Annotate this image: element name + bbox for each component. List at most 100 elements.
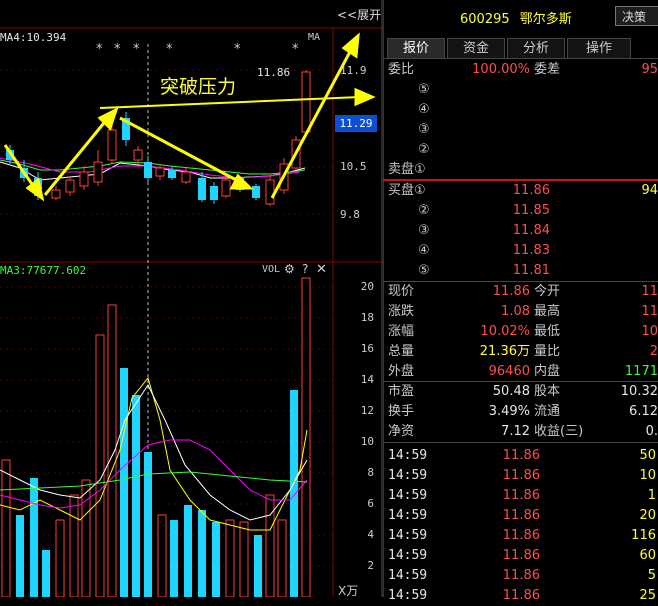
tab-funds[interactable]: 资金 <box>447 38 505 59</box>
buy-level-row[interactable]: ② 11.85 <box>388 201 658 221</box>
order-ratio-row: 委比 100.00% 委差 95 <box>388 60 658 80</box>
sell-level-row[interactable]: 卖盘① <box>388 160 658 180</box>
candle-body <box>51 189 61 199</box>
section-divider <box>383 442 658 443</box>
tab-quote[interactable]: 报价 <box>387 38 445 59</box>
sell-level-label: ④ <box>418 102 430 117</box>
candle-body <box>265 179 275 205</box>
star-marker: * <box>114 42 121 57</box>
tick-time: 14:59 <box>388 588 428 603</box>
tick-vol: 20 <box>639 508 656 523</box>
tick-price: 11.86 <box>502 528 540 543</box>
stat-label: 现价 <box>388 284 415 299</box>
vol-tick: 18 <box>360 311 374 324</box>
candle-body <box>155 167 165 177</box>
buy-level-label: ② <box>418 203 430 218</box>
tick-time: 14:59 <box>388 548 428 563</box>
buy-level-price: 11.81 <box>512 263 550 278</box>
vol-unit: X万 <box>338 584 359 598</box>
vol-tick: 20 <box>360 280 374 293</box>
tick-row: 14:59 11.86 116 <box>388 526 658 546</box>
vol-tick: 8 <box>367 466 374 479</box>
stat-label: 内盘 <box>534 364 561 379</box>
help-icon[interactable]: ? <box>302 262 308 276</box>
buy-level-label: ⑤ <box>418 263 430 278</box>
volume-bar <box>265 494 275 598</box>
expand-button[interactable]: <<展开 <box>337 6 381 23</box>
stat-row: 总量 21.36万 量比 2 <box>388 342 658 362</box>
buy-level-row[interactable]: 买盘① 11.86 94 <box>388 181 658 201</box>
sell-level-row[interactable]: ② <box>388 140 658 160</box>
fundamental-label: 换手 <box>388 404 415 419</box>
candle-body <box>168 170 176 178</box>
order-ratio-value: 100.00% <box>472 62 530 77</box>
fundamental-label: 收益(三) <box>534 424 584 439</box>
volume-bar <box>184 505 192 597</box>
stat-value: 10 <box>641 324 658 339</box>
settings-gear-icon[interactable]: ⚙ <box>284 262 295 276</box>
stat-label: 最低 <box>534 324 561 339</box>
star-marker: * <box>96 42 103 57</box>
ma-tag: MA <box>308 32 321 43</box>
vol-tick: 6 <box>367 497 374 510</box>
tick-vol: 10 <box>639 468 656 483</box>
price-tick: 11.9 <box>340 64 367 77</box>
candle-body <box>301 71 311 133</box>
volume-bar <box>120 368 128 597</box>
tick-row: 14:59 11.86 10 <box>388 466 658 486</box>
sell-level-row[interactable]: ④ <box>388 100 658 120</box>
fundamental-value: 0. <box>645 424 658 439</box>
stat-value: 21.36万 <box>479 344 530 359</box>
volume-bar <box>95 334 105 598</box>
stat-row: 现价 11.86 今开 11 <box>388 282 658 302</box>
sell-level-label: ② <box>418 142 430 157</box>
volume-bar <box>290 390 298 597</box>
close-icon[interactable]: ✕ <box>316 262 327 277</box>
vol-tick: 14 <box>360 373 374 386</box>
candle-body <box>133 149 143 161</box>
price-tick: 9.8 <box>340 208 360 221</box>
ma-label: MA4:10.394 <box>0 31 67 44</box>
sell-level-label: ⑤ <box>418 82 430 97</box>
vol-ma-yellow <box>0 376 308 531</box>
arrow-head <box>354 87 376 107</box>
tick-time: 14:59 <box>388 568 428 583</box>
sell-level-row[interactable]: ③ <box>388 120 658 140</box>
order-diff-value: 95 <box>641 62 658 77</box>
order-diff-label: 委差 <box>534 62 561 77</box>
tab-analysis[interactable]: 分析 <box>507 38 565 59</box>
stat-label: 外盘 <box>388 364 415 379</box>
sell-level-row[interactable]: ⑤ <box>388 80 658 100</box>
tab-operations[interactable]: 操作 <box>567 38 631 59</box>
candle-body <box>198 178 206 200</box>
arrow-head <box>341 32 360 59</box>
tick-row: 14:59 11.86 1 <box>388 486 658 506</box>
tick-price: 11.86 <box>502 468 540 483</box>
volume-bar <box>132 395 140 597</box>
buy-level-row[interactable]: ③ 11.84 <box>388 221 658 241</box>
decision-button[interactable]: 决策 <box>615 6 658 26</box>
stat-row: 外盘 96460 内盘 1171 <box>388 362 658 382</box>
candle-body <box>181 171 191 183</box>
tick-price: 11.86 <box>502 448 540 463</box>
chart-area[interactable]: MA4:10.394 <<展开 MA * * * * * * 11.86 突破压… <box>0 0 383 598</box>
tick-price: 11.86 <box>502 588 540 603</box>
stat-label: 总量 <box>388 344 415 359</box>
stat-value: 11.86 <box>492 284 530 299</box>
volume-bar <box>30 478 38 597</box>
tick-row: 14:59 11.86 5 <box>388 566 658 586</box>
candle-body <box>252 186 260 198</box>
fundamental-label: 市盈 <box>388 384 415 399</box>
buy-level-price: 11.86 <box>512 183 550 198</box>
tick-time: 14:59 <box>388 528 428 543</box>
volume-bar <box>277 519 287 598</box>
vol-tick: 4 <box>367 528 374 541</box>
volume-bar <box>69 494 79 598</box>
price-tick: 10.5 <box>340 160 367 173</box>
vol-tick: 16 <box>360 342 374 355</box>
high-price-label: 11.86 <box>257 66 291 79</box>
volume-bars-group <box>1 277 311 598</box>
buy-level-row[interactable]: ⑤ 11.81 <box>388 261 658 281</box>
buy-level-row[interactable]: ④ 11.83 <box>388 241 658 261</box>
arrow-line <box>43 117 110 196</box>
